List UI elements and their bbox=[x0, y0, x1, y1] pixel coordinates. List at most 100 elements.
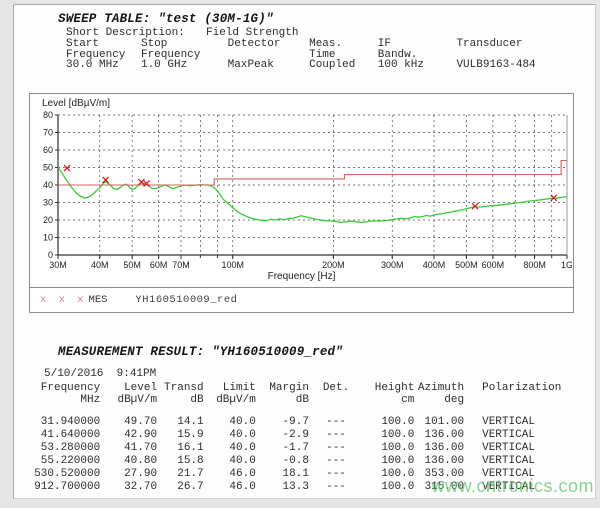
measurement-cell: 40.0 bbox=[204, 442, 256, 455]
svg-text:600M: 600M bbox=[482, 260, 505, 270]
svg-text:30M: 30M bbox=[49, 260, 67, 270]
measurement-cell: 14.1 bbox=[157, 416, 204, 429]
measurement-cell: 15.8 bbox=[157, 455, 204, 468]
limit-line bbox=[58, 161, 567, 186]
meas-col-unit: dBµV/m bbox=[100, 395, 157, 407]
sweep-cell: IF bbox=[378, 39, 457, 50]
measurement-cell: 530.520000 bbox=[22, 468, 100, 481]
measurement-cell: 49.70 bbox=[100, 416, 157, 429]
meas-col-unit bbox=[464, 395, 595, 407]
svg-text:1G: 1G bbox=[561, 260, 572, 270]
meas-col-unit: dB bbox=[256, 395, 309, 407]
chart-x-axis-title: Frequency [Hz] bbox=[30, 271, 573, 282]
measurement-cell: --- bbox=[309, 429, 363, 442]
svg-text:60M: 60M bbox=[150, 260, 168, 270]
sweep-cell: Meas. bbox=[309, 39, 378, 50]
svg-text:100M: 100M bbox=[222, 260, 245, 270]
legend-trace-name: YH160510009_red bbox=[135, 294, 237, 306]
measurement-row: 31.94000049.7014.140.0-9.7---100.0101.00… bbox=[22, 416, 595, 429]
measurement-cell: VERTICAL bbox=[464, 455, 595, 468]
svg-text:80: 80 bbox=[43, 110, 53, 120]
svg-text:400M: 400M bbox=[423, 260, 446, 270]
measurement-datetime: 5/10/2016 9:41PM bbox=[44, 368, 595, 380]
sweep-cell: Transducer bbox=[456, 39, 595, 50]
measurement-cell: -0.8 bbox=[256, 455, 309, 468]
svg-text:0: 0 bbox=[48, 250, 53, 260]
svg-text:60: 60 bbox=[43, 145, 53, 155]
svg-text:200M: 200M bbox=[322, 260, 345, 270]
measurement-cell: 40.0 bbox=[204, 429, 256, 442]
chart-legend: x x x MES YH160510009_red bbox=[30, 287, 573, 312]
meas-header-names: FrequencyLevelTransdLimitMarginDet.Heigh… bbox=[22, 383, 595, 395]
measurement-cell: 912.700000 bbox=[22, 481, 100, 494]
meas-col-name: Det. bbox=[309, 383, 363, 395]
meas-col-unit: dB bbox=[157, 395, 204, 407]
measurement-result-section: MEASUREMENT RESULT: "YH160510009_red" 5/… bbox=[14, 345, 595, 493]
meas-col-name: Polarization bbox=[464, 383, 595, 395]
measurement-result-title: MEASUREMENT RESULT: "YH160510009_red" bbox=[58, 345, 595, 359]
measurement-cell: 55.220000 bbox=[22, 455, 100, 468]
svg-text:40: 40 bbox=[43, 180, 53, 190]
svg-text:50: 50 bbox=[43, 163, 53, 173]
legend-marker-x-glyphs: x x x bbox=[40, 294, 87, 306]
svg-text:70M: 70M bbox=[172, 260, 190, 270]
sweep-cell: 1.0 GHz bbox=[141, 60, 228, 71]
chart-panel: Level [dBµV/m] 0102030405060708030M40M50… bbox=[29, 93, 574, 313]
sweep-cell: Coupled bbox=[309, 60, 378, 71]
measurement-cell: 40.80 bbox=[100, 455, 157, 468]
sweep-cell: Detector bbox=[228, 39, 309, 50]
measurement-cell: 18.1 bbox=[256, 468, 309, 481]
measurement-cell: --- bbox=[309, 455, 363, 468]
meas-col-name: Frequency bbox=[22, 383, 100, 395]
measurement-row: 41.64000042.9015.940.0-2.9---100.0136.00… bbox=[22, 429, 595, 442]
report-screenshot: SWEEP TABLE: "test (30M-1G)" Short Descr… bbox=[0, 0, 600, 508]
measurement-cell: VERTICAL bbox=[464, 442, 595, 455]
measurement-cell: 100.0 bbox=[363, 455, 414, 468]
level-frequency-chart: 0102030405060708030M40M50M60M70M100M200M… bbox=[32, 110, 572, 271]
measurement-cell: 40.0 bbox=[204, 455, 256, 468]
measurement-cell: 46.0 bbox=[204, 481, 256, 494]
meas-col-name: Height bbox=[363, 383, 414, 395]
sweep-values-row: 30.0 MHz1.0 GHzMaxPeakCoupled100 kHzVULB… bbox=[66, 60, 595, 71]
svg-text:20: 20 bbox=[43, 215, 53, 225]
meas-col-name: Azimuth bbox=[414, 383, 464, 395]
sweep-cell: 100 kHz bbox=[378, 60, 457, 71]
sweep-cell: Start bbox=[66, 39, 141, 50]
svg-text:50M: 50M bbox=[123, 260, 141, 270]
svg-text:30: 30 bbox=[43, 198, 53, 208]
svg-text:800M: 800M bbox=[523, 260, 546, 270]
measurement-cell: 27.90 bbox=[100, 468, 157, 481]
chart-y-axis-title: Level [dBµV/m] bbox=[42, 98, 110, 109]
measurement-cell: 41.70 bbox=[100, 442, 157, 455]
measurement-cell: 40.0 bbox=[204, 416, 256, 429]
measurement-cell: 16.1 bbox=[157, 442, 204, 455]
measurement-cell: -1.7 bbox=[256, 442, 309, 455]
svg-text:10: 10 bbox=[43, 233, 53, 243]
measurement-cell: 26.7 bbox=[157, 481, 204, 494]
measurement-cell: 100.0 bbox=[363, 429, 414, 442]
measurement-cell: 41.640000 bbox=[22, 429, 100, 442]
sweep-cell: 30.0 MHz bbox=[66, 60, 141, 71]
measurement-cell: 136.00 bbox=[414, 429, 464, 442]
measurement-cell: 15.9 bbox=[157, 429, 204, 442]
measurement-cell: 42.90 bbox=[100, 429, 157, 442]
watermark: www.cntronics.com bbox=[431, 476, 594, 497]
measurement-cell: 100.0 bbox=[363, 416, 414, 429]
measurement-cell: --- bbox=[309, 468, 363, 481]
meas-col-name: Level bbox=[100, 383, 157, 395]
measurement-cell: 31.940000 bbox=[22, 416, 100, 429]
measurement-cell: --- bbox=[309, 481, 363, 494]
meas-header-units: MHzdBµV/mdBdBµV/mdBcmdeg bbox=[22, 395, 595, 407]
measurement-cell: 46.0 bbox=[204, 468, 256, 481]
meas-col-unit: deg bbox=[414, 395, 464, 407]
measurement-cell: 136.00 bbox=[414, 455, 464, 468]
meas-col-unit: MHz bbox=[22, 395, 100, 407]
sweep-cell: Stop bbox=[141, 39, 228, 50]
spacer-row bbox=[22, 406, 595, 416]
measurement-cell: -9.7 bbox=[256, 416, 309, 429]
meas-col-name: Limit bbox=[204, 383, 256, 395]
measurement-cell: -2.9 bbox=[256, 429, 309, 442]
measurement-cell: 136.00 bbox=[414, 442, 464, 455]
measurement-cell: --- bbox=[309, 416, 363, 429]
measurement-cell: 53.280000 bbox=[22, 442, 100, 455]
